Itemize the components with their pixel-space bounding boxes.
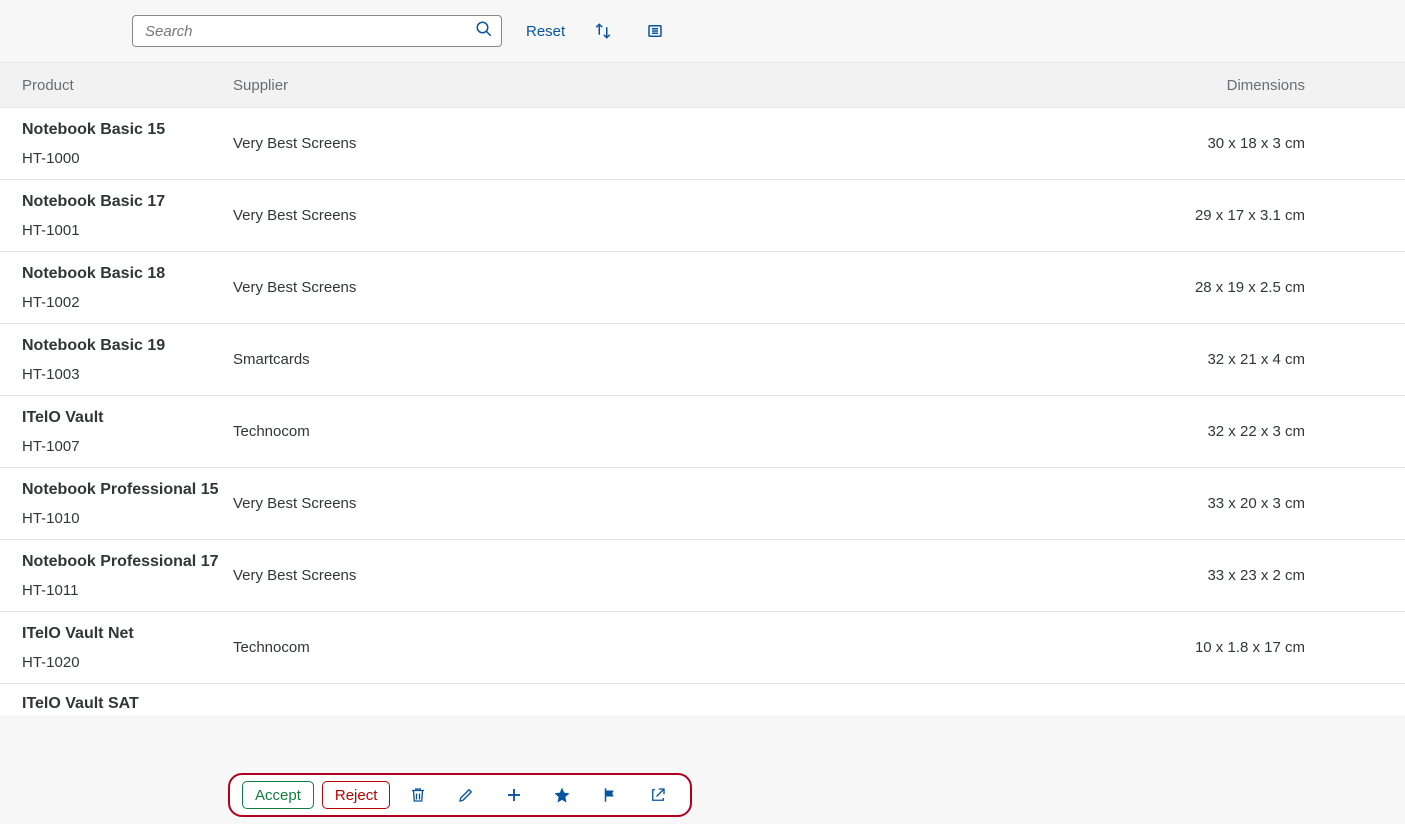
product-name: Notebook Basic 15 <box>22 120 225 141</box>
group-icon[interactable] <box>641 17 669 45</box>
product-id: HT-1020 <box>22 654 225 671</box>
product-name: ITelO Vault Net <box>22 624 225 645</box>
product-name: Notebook Basic 17 <box>22 192 225 213</box>
table-row[interactable]: Notebook Basic 15 HT-1000Very Best Screen… <box>0 108 1405 180</box>
table-body: Notebook Basic 15HT-1000Very Best Screen… <box>0 108 1405 684</box>
header-product[interactable]: Product <box>0 77 225 94</box>
product-name: Notebook Professional 15 <box>22 480 225 501</box>
toolbar: Reset <box>0 0 1405 62</box>
header-dimensions[interactable]: Dimensions <box>1165 77 1405 94</box>
flag-icon[interactable] <box>590 779 630 811</box>
product-id: HT-1007 <box>22 438 225 455</box>
product-id: HT-1011 <box>22 582 225 599</box>
supplier-cell: Technocom <box>225 423 1165 440</box>
supplier-cell: Very Best Screens <box>225 495 1165 512</box>
sort-icon[interactable] <box>589 17 617 45</box>
share-icon[interactable] <box>638 779 678 811</box>
accept-button[interactable]: Accept <box>242 781 314 809</box>
table-row[interactable]: Notebook Basic 17 HT-1001Very Best Screen… <box>0 180 1405 252</box>
header-supplier[interactable]: Supplier <box>225 77 1165 94</box>
product-name: Notebook Professional 17 <box>22 552 225 573</box>
search-icon[interactable] <box>475 20 493 43</box>
supplier-cell: Very Best Screens <box>225 207 1165 224</box>
table-row[interactable]: ITelO Vault Net HT-1020Technocom10 x 1.8 … <box>0 612 1405 684</box>
table-row[interactable]: ITelO Vault SAT <box>0 684 1405 715</box>
product-name: Notebook Basic 18 <box>22 264 225 285</box>
product-id: HT-1010 <box>22 510 225 527</box>
footer-toolbar: Accept Reject <box>228 773 692 817</box>
reset-button[interactable]: Reset <box>526 23 565 40</box>
dimensions-cell: 32 x 21 x 4 cm <box>1165 351 1405 368</box>
product-id: HT-1003 <box>22 366 225 383</box>
product-name: ITelO Vault <box>22 408 225 429</box>
table-row[interactable]: Notebook Basic 18 HT-1002Very Best Screen… <box>0 252 1405 324</box>
search-field[interactable] <box>132 15 502 47</box>
dimensions-cell: 33 x 20 x 3 cm <box>1165 495 1405 512</box>
supplier-cell: Very Best Screens <box>225 567 1165 584</box>
add-icon[interactable] <box>494 779 534 811</box>
product-id: HT-1000 <box>22 150 225 167</box>
table-row[interactable]: Notebook Professional 17 HT-1011Very Best… <box>0 540 1405 612</box>
footer: Accept Reject <box>0 766 1405 824</box>
table-header: Product Supplier Dimensions <box>0 62 1405 108</box>
product-name: ITelO Vault SAT <box>22 694 225 715</box>
product-name: Notebook Basic 19 <box>22 336 225 357</box>
products-table: Product Supplier Dimensions Notebook Bas… <box>0 62 1405 715</box>
supplier-cell: Very Best Screens <box>225 135 1165 152</box>
product-id: HT-1002 <box>22 294 225 311</box>
supplier-cell: Smartcards <box>225 351 1165 368</box>
table-row[interactable]: ITelO Vault HT-1007Technocom32 x 22 x 3 c… <box>0 396 1405 468</box>
dimensions-cell: 29 x 17 x 3.1 cm <box>1165 207 1405 224</box>
edit-icon[interactable] <box>446 779 486 811</box>
supplier-cell: Technocom <box>225 639 1165 656</box>
reject-button[interactable]: Reject <box>322 781 391 809</box>
dimensions-cell: 10 x 1.8 x 17 cm <box>1165 639 1405 656</box>
product-id: HT-1001 <box>22 222 225 239</box>
table-row[interactable]: Notebook Basic 19 HT-1003Smartcards32 x 2… <box>0 324 1405 396</box>
supplier-cell: Very Best Screens <box>225 279 1165 296</box>
dimensions-cell: 28 x 19 x 2.5 cm <box>1165 279 1405 296</box>
dimensions-cell: 30 x 18 x 3 cm <box>1165 135 1405 152</box>
favorite-icon[interactable] <box>542 779 582 811</box>
dimensions-cell: 32 x 22 x 3 cm <box>1165 423 1405 440</box>
table-row[interactable]: Notebook Professional 15 HT-1010Very Best… <box>0 468 1405 540</box>
dimensions-cell: 33 x 23 x 2 cm <box>1165 567 1405 584</box>
delete-icon[interactable] <box>398 779 438 811</box>
search-input[interactable] <box>145 23 475 40</box>
